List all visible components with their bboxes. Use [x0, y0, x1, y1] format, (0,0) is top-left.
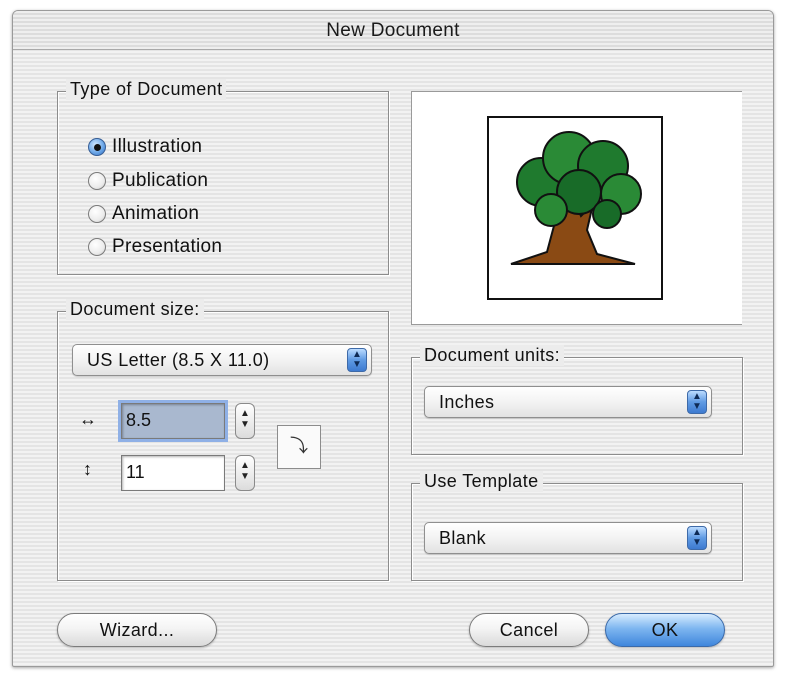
radio-publication[interactable]: Publication [88, 166, 208, 196]
doc-units-legend: Document units: [420, 345, 565, 366]
template-popup[interactable]: Blank ▲ ▼ [424, 522, 712, 554]
cancel-button[interactable]: Cancel [469, 613, 589, 647]
doc-units-group: Document units: Inches ▲ ▼ [411, 345, 743, 455]
radio-button[interactable] [88, 138, 106, 156]
doc-size-legend: Document size: [66, 299, 204, 320]
template-legend: Use Template [420, 471, 543, 492]
doc-size-value: US Letter (8.5 X 11.0) [87, 350, 270, 370]
radio-label: Animation [112, 203, 200, 224]
doc-size-popup[interactable]: US Letter (8.5 X 11.0) ▲ ▼ [72, 344, 372, 376]
horizontal-arrows-icon: ↔ [79, 409, 97, 429]
template-value: Blank [439, 528, 487, 548]
popup-arrows-icon: ▲ ▼ [687, 526, 707, 550]
popup-arrows-icon: ▲ ▼ [687, 390, 707, 414]
doc-units-popup[interactable]: Inches ▲ ▼ [424, 386, 712, 418]
doc-units-value: Inches [439, 392, 495, 412]
radio-animation[interactable]: Animation [88, 199, 199, 229]
radio-label: Publication [112, 170, 209, 191]
doc-type-group: Type of Document Illustration Publicatio… [57, 79, 389, 275]
orientation-swap-icon[interactable]: ⤵ [277, 425, 321, 469]
popup-arrows-icon: ▲ ▼ [347, 348, 367, 372]
vertical-arrows-icon: ↕ [83, 459, 92, 479]
radio-label: Presentation [112, 236, 223, 257]
width-field[interactable]: 8.5 [121, 403, 225, 439]
radio-presentation[interactable]: Presentation [88, 232, 222, 262]
template-group: Use Template Blank ▲ ▼ [411, 471, 743, 581]
title-bar[interactable]: New Document [13, 11, 773, 50]
preview-pane [411, 91, 742, 325]
radio-button[interactable] [88, 172, 106, 190]
new-document-dialog: New Document Type of Document Illustrati… [12, 10, 774, 667]
radio-label: Illustration [112, 136, 203, 157]
width-stepper[interactable]: ▲ ▼ [235, 403, 255, 439]
tree-icon [510, 131, 642, 265]
doc-size-group: Document size: US Letter (8.5 X 11.0) ▲ ▼ [57, 299, 389, 581]
radio-button[interactable] [88, 238, 106, 256]
height-stepper[interactable]: ▲ ▼ [235, 455, 255, 491]
wizard-button[interactable]: Wizard... [57, 613, 217, 647]
ok-button[interactable]: OK [605, 613, 725, 647]
radio-illustration[interactable]: Illustration [88, 132, 202, 162]
radio-button[interactable] [88, 205, 106, 223]
doc-type-legend: Type of Document [66, 79, 227, 100]
window-title: New Document [326, 20, 460, 41]
preview-frame [487, 116, 663, 300]
height-field[interactable]: 11 [121, 455, 225, 491]
